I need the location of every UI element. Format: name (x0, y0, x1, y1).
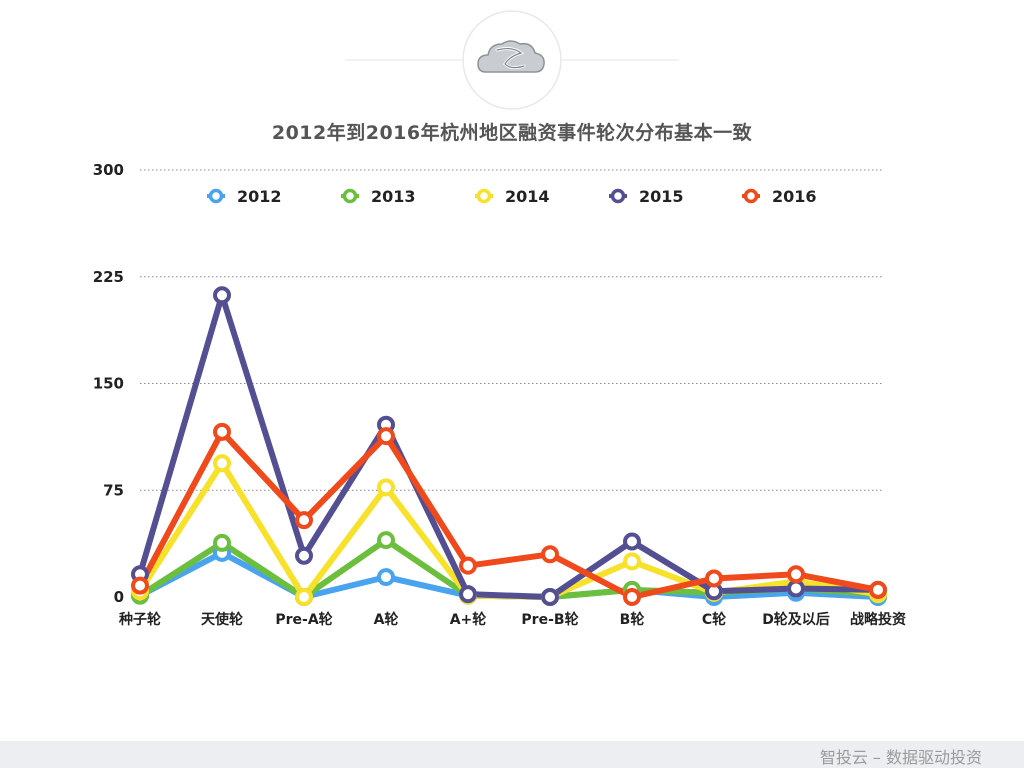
y-tick-label: 0 (114, 588, 124, 606)
series-line-2015 (137, 292, 881, 600)
data-point-2015 (295, 546, 313, 565)
x-tick-label: Pre-B轮 (521, 611, 578, 628)
y-tick-label: 300 (93, 161, 124, 179)
legend-marker-2013 (342, 188, 358, 204)
data-point-2016 (869, 580, 887, 599)
data-point-2015 (541, 588, 559, 606)
x-tick-label: B轮 (620, 611, 645, 628)
data-point-2013 (213, 533, 231, 552)
data-point-2015 (213, 286, 231, 305)
x-tick-label: D轮及以后 (762, 611, 830, 628)
data-point-2014 (377, 478, 395, 497)
data-point-2016 (131, 576, 149, 595)
data-point-2015 (459, 585, 477, 604)
data-point-2016 (787, 565, 805, 584)
footer-bar: 智投云 – 数据驱动投资 (0, 741, 1024, 768)
legend-marker-2012 (208, 188, 224, 204)
data-point-2014 (295, 588, 313, 606)
data-point-2012 (377, 568, 395, 587)
data-point-2015 (787, 579, 805, 598)
legend-label-2013: 2013 (371, 187, 416, 206)
footer-text: 智投云 – 数据驱动投资 (819, 748, 982, 767)
data-point-2016 (459, 556, 477, 575)
data-point-2014 (213, 454, 231, 473)
x-tick-label: 种子轮 (118, 611, 161, 628)
x-tick-label: 战略投资 (850, 611, 906, 628)
legend-label-2012: 2012 (237, 187, 282, 206)
legend-marker-2016 (743, 188, 759, 204)
x-tick-label: A轮 (374, 611, 399, 628)
data-point-2015 (623, 532, 641, 551)
data-point-2013 (377, 531, 395, 550)
line-chart: 0 75 150 225 300 种子轮 天使轮 Pre-A轮 A轮 A+轮 Pre-B轮 B轮 C轮 D… (93, 161, 906, 628)
legend-label-2014: 2014 (505, 187, 550, 206)
x-tick-label: Pre-A轮 (275, 611, 332, 628)
data-point-2016 (623, 588, 641, 606)
data-point-2016 (377, 427, 395, 446)
legend-marker-2014 (476, 188, 492, 204)
y-tick-label: 75 (103, 481, 124, 499)
y-tick-label: 225 (93, 268, 124, 286)
x-tick-label: C轮 (702, 611, 726, 628)
data-point-2016 (541, 545, 559, 564)
data-point-2014 (623, 552, 641, 571)
x-tick-label: 天使轮 (201, 611, 243, 628)
legend-label-2016: 2016 (772, 187, 817, 206)
data-point-2016 (705, 569, 723, 588)
y-tick-label: 150 (93, 375, 124, 393)
legend-marker-2015 (610, 188, 626, 204)
data-point-2016 (295, 511, 313, 530)
data-point-2016 (213, 422, 231, 441)
x-tick-label: A+轮 (450, 611, 487, 628)
legend-label-2015: 2015 (639, 187, 684, 206)
